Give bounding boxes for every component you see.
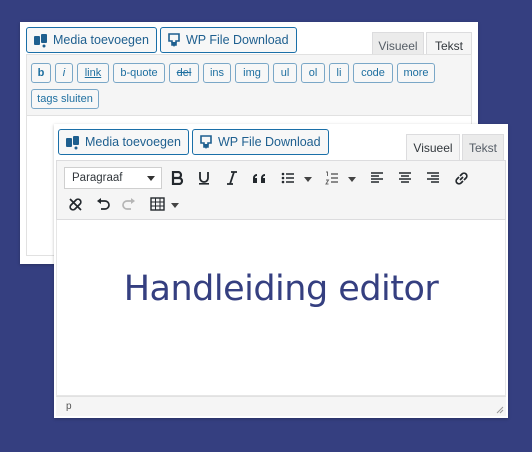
- quicktag-li[interactable]: li: [329, 63, 349, 83]
- quicktag-blockquote[interactable]: b-quote: [113, 63, 165, 83]
- quicktag-ul[interactable]: ul: [273, 63, 297, 83]
- resize-handle-icon[interactable]: [496, 406, 504, 414]
- media-icon: [66, 135, 79, 149]
- add-media-button[interactable]: Media toevoegen: [58, 129, 189, 155]
- numbered-list-dropdown-icon[interactable]: [348, 177, 356, 182]
- wp-file-download-label: WP File Download: [186, 33, 289, 47]
- quicktag-ins[interactable]: ins: [203, 63, 231, 83]
- numbered-list-icon[interactable]: [321, 167, 343, 189]
- quicktags-toolbar: b i link b-quote del ins img ul ol li co…: [26, 54, 472, 116]
- quicktag-bold[interactable]: b: [31, 63, 51, 83]
- wp-file-download-button[interactable]: WP File Download: [160, 27, 297, 53]
- quicktag-code[interactable]: code: [353, 63, 393, 83]
- quicktag-link[interactable]: link: [77, 63, 109, 83]
- align-left-icon[interactable]: [366, 167, 388, 189]
- add-media-button[interactable]: Media toevoegen: [26, 27, 157, 53]
- add-media-label: Media toevoegen: [85, 135, 181, 149]
- redo-icon[interactable]: [118, 193, 140, 215]
- content-heading: Handleiding editor: [123, 269, 439, 309]
- element-path[interactable]: p: [66, 401, 72, 412]
- align-center-icon[interactable]: [394, 167, 416, 189]
- blockquote-icon[interactable]: [249, 167, 271, 189]
- table-icon[interactable]: [146, 193, 168, 215]
- italic-icon[interactable]: [221, 167, 243, 189]
- quicktag-more[interactable]: more: [397, 63, 435, 83]
- editor-statusbar: p: [56, 396, 506, 416]
- tab-visueel[interactable]: Visueel: [406, 134, 460, 160]
- bold-icon[interactable]: [166, 167, 188, 189]
- underline-icon[interactable]: [193, 167, 215, 189]
- tab-tekst[interactable]: Tekst: [462, 134, 504, 160]
- quicktag-del[interactable]: del: [169, 63, 199, 83]
- unlink-icon[interactable]: [64, 193, 86, 215]
- visual-editor-toolbar: Paragraaf: [56, 160, 506, 220]
- add-media-label: Media toevoegen: [53, 33, 149, 47]
- format-select-value: Paragraaf: [72, 172, 123, 184]
- undo-icon[interactable]: [92, 193, 114, 215]
- chevron-down-icon: [147, 176, 155, 181]
- quicktag-img[interactable]: img: [235, 63, 269, 83]
- visual-editor-content[interactable]: Handleiding editor: [56, 220, 506, 396]
- bullet-list-icon[interactable]: [277, 167, 299, 189]
- download-icon: [200, 134, 212, 149]
- download-icon: [168, 32, 180, 47]
- insert-link-icon[interactable]: [450, 167, 472, 189]
- quicktag-close-tags[interactable]: tags sluiten: [31, 89, 99, 109]
- quicktag-ol[interactable]: ol: [301, 63, 325, 83]
- table-dropdown-icon[interactable]: [171, 203, 179, 208]
- visual-editor-front: Media toevoegen WP File Download Visueel…: [54, 124, 508, 418]
- media-icon: [34, 33, 47, 47]
- quicktag-italic[interactable]: i: [55, 63, 73, 83]
- wp-file-download-button[interactable]: WP File Download: [192, 129, 329, 155]
- align-right-icon[interactable]: [422, 167, 444, 189]
- format-select[interactable]: Paragraaf: [64, 167, 162, 189]
- wp-file-download-label: WP File Download: [218, 135, 321, 149]
- bullet-list-dropdown-icon[interactable]: [304, 177, 312, 182]
